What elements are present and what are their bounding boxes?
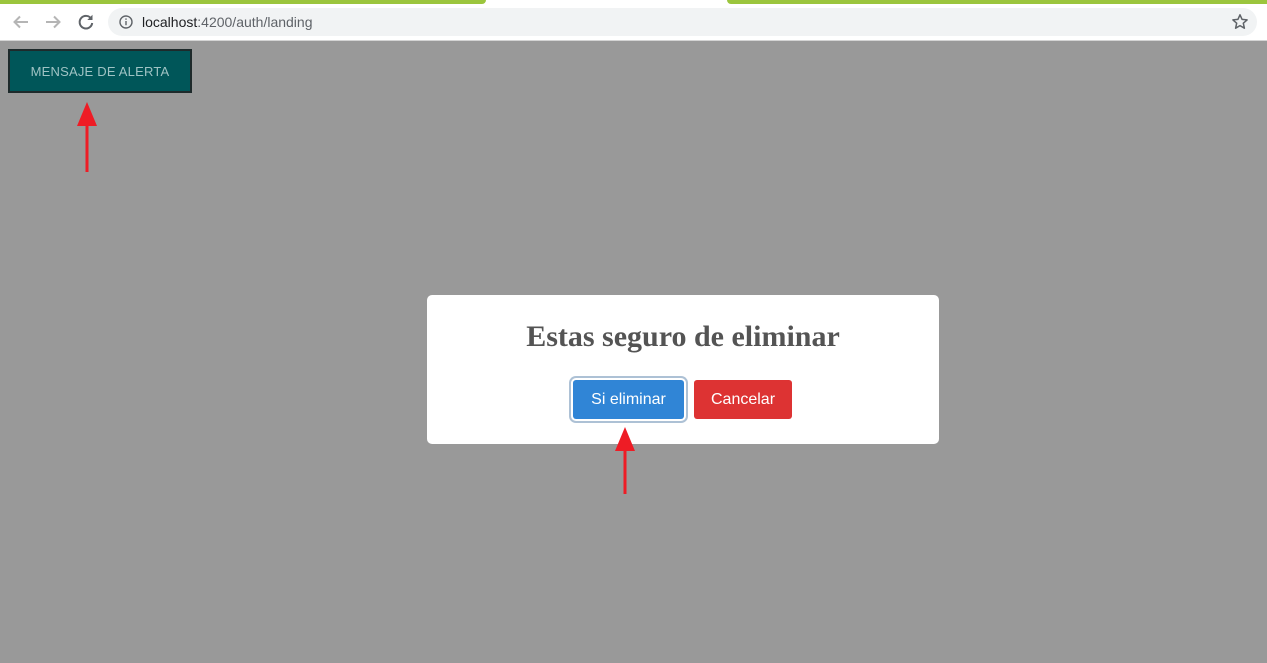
reload-button[interactable] — [75, 11, 97, 33]
arrow-left-icon — [13, 15, 28, 29]
tab-strip-left — [0, 0, 486, 4]
confirm-delete-dialog: Estas seguro de eliminar Si eliminar Can… — [427, 295, 939, 444]
back-button[interactable] — [10, 11, 32, 33]
dialog-title: Estas seguro de eliminar — [526, 320, 840, 353]
browser-toolbar: localhost:4200/auth/landing — [0, 0, 1267, 41]
alert-message-button[interactable]: MENSAJE DE ALERTA — [8, 49, 192, 93]
annotation-arrow-icon — [615, 427, 635, 494]
url-host: localhost — [142, 14, 198, 30]
info-icon[interactable] — [119, 15, 133, 29]
annotation-arrow-icon — [77, 102, 97, 172]
toolbar-divider — [0, 40, 1267, 41]
confirm-delete-button[interactable]: Si eliminar — [573, 380, 684, 419]
forward-button[interactable] — [42, 11, 64, 33]
address-bar[interactable]: localhost:4200/auth/landing — [108, 8, 1257, 36]
arrow-right-icon — [46, 15, 61, 29]
cancel-button[interactable]: Cancelar — [694, 380, 792, 419]
reload-icon — [78, 14, 94, 30]
url-text[interactable]: localhost:4200/auth/landing — [142, 14, 312, 30]
tab-strip-right — [727, 0, 1267, 4]
star-icon[interactable] — [1231, 13, 1249, 31]
url-path: :4200/auth/landing — [197, 14, 313, 30]
